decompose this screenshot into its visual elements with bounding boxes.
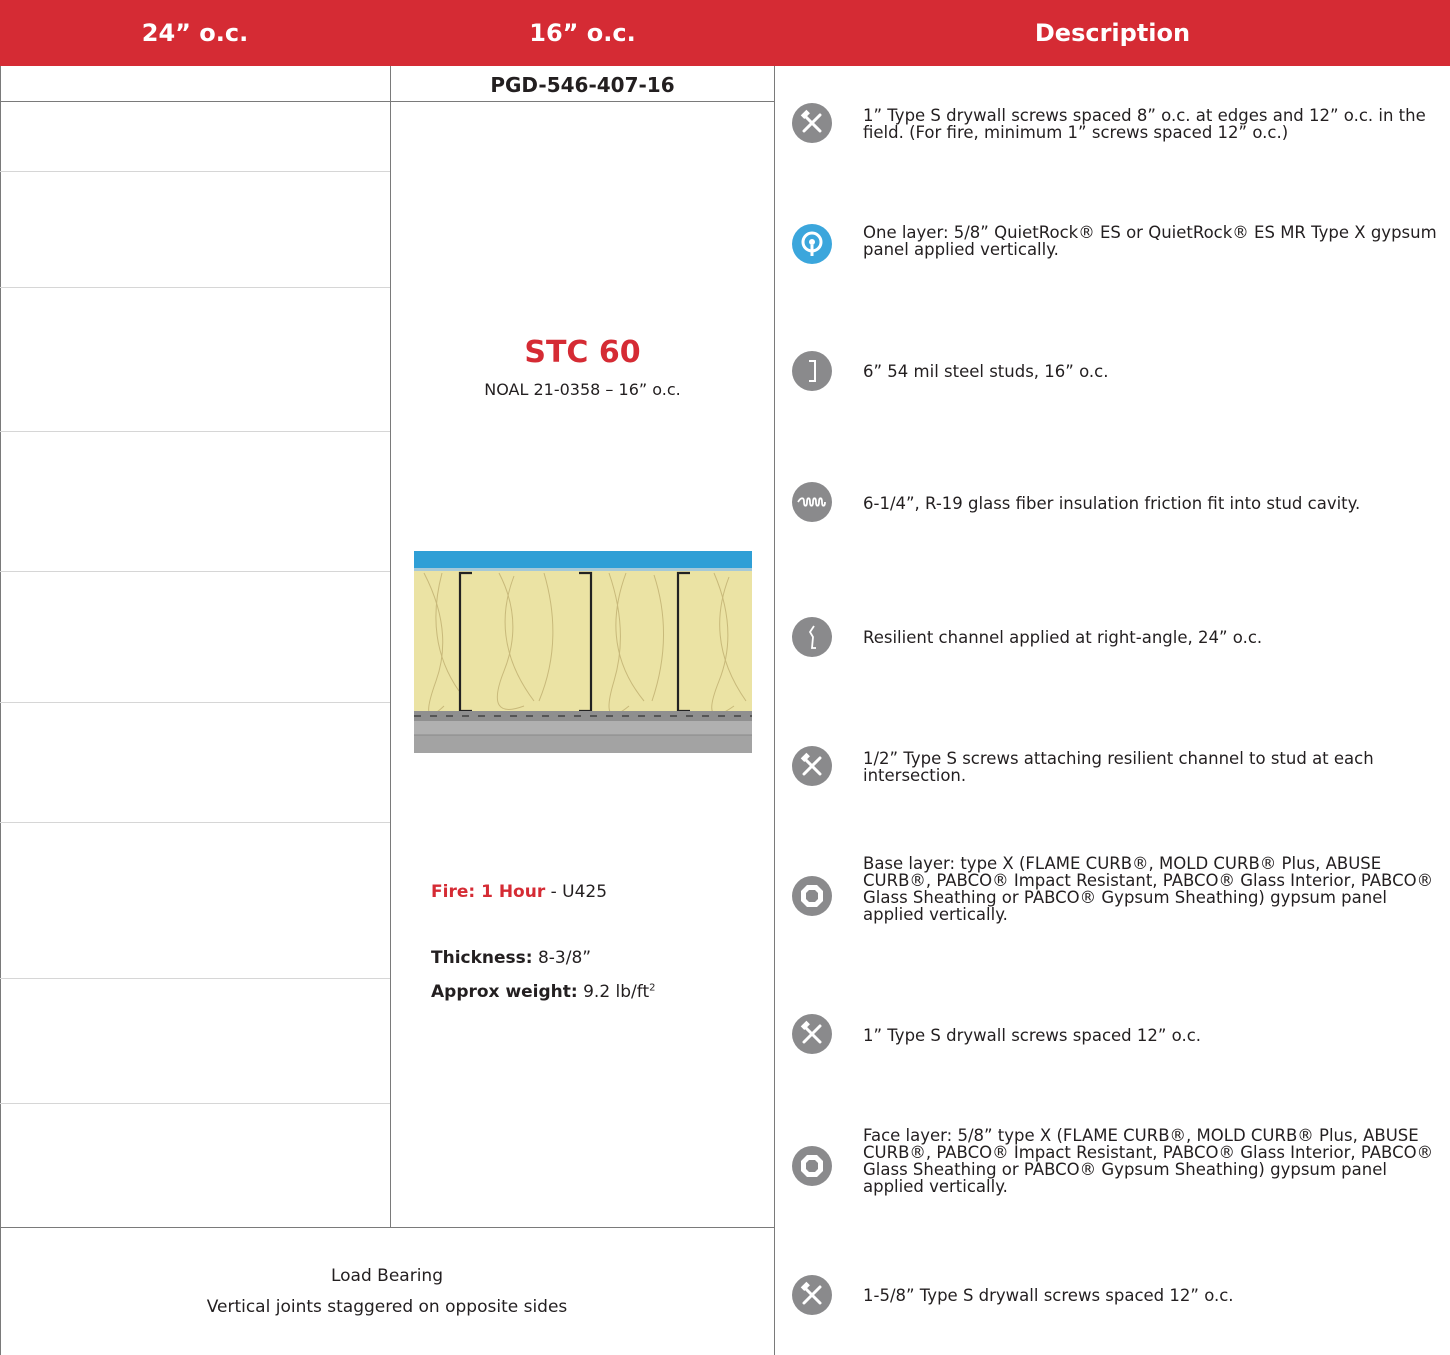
grid-line (0, 702, 390, 703)
wall-assembly-diagram (414, 551, 752, 753)
description-text: Base layer: type X (FLAME CURB®, MOLD CU… (863, 854, 1434, 924)
grid-line (0, 431, 390, 432)
gypsum-panel-icon (792, 1146, 832, 1186)
description-text: 1” Type S drywall screws spaced 8” o.c. … (863, 106, 1426, 142)
screw-icon (792, 1014, 832, 1054)
header-16-oc: 16” o.c. (529, 19, 636, 47)
fire-rating-label: Fire: 1 Hour (431, 882, 546, 902)
thickness-value: 8-3/8” (532, 948, 592, 968)
grid-line (0, 978, 390, 979)
thickness-label: Thickness: (431, 948, 533, 968)
joints-note: Vertical joints staggered on opposite si… (206, 1296, 568, 1317)
quietrock-icon (792, 224, 832, 264)
noal-reference: NOAL 21-0358 – 16” o.c. (484, 380, 681, 399)
description-text: Resilient channel applied at right-angle… (863, 628, 1263, 647)
screw-icon (792, 746, 832, 786)
screw-icon (792, 1275, 832, 1315)
border-left (0, 66, 1, 1355)
stc-rating: STC 60 (524, 335, 641, 370)
description-text: 6-1/4”, R-19 glass fiber insulation fric… (863, 494, 1361, 513)
resilient-channel-icon (792, 617, 832, 657)
grid-line (0, 1103, 390, 1104)
assembly-code: PGD-546-407-16 (490, 73, 675, 97)
grid-line (0, 822, 390, 823)
grid-line (0, 171, 390, 172)
approx-weight: Approx weight: 9.2 lb/ft2 (431, 982, 656, 1002)
steel-stud-icon (792, 351, 832, 391)
grid-line (0, 287, 390, 288)
fire-rating: Fire: 1 Hour - U425 (431, 882, 607, 902)
description-text: 1/2” Type S screws attaching resilient c… (863, 749, 1374, 785)
load-bearing-note: Load Bearing (330, 1265, 443, 1286)
insulation-icon (792, 482, 832, 522)
screw-icon (792, 103, 832, 143)
notes-cell: Load Bearing Vertical joints staggered o… (0, 1228, 774, 1355)
fire-rating-value: - U425 (545, 882, 608, 902)
divider-col1 (390, 66, 391, 1228)
weight-value: 9.2 lb/ft (577, 982, 650, 1002)
description-text: 1” Type S drywall screws spaced 12” o.c. (863, 1026, 1202, 1045)
weight-label: Approx weight: (431, 982, 578, 1002)
description-text: Face layer: 5/8” type X (FLAME CURB®, MO… (863, 1126, 1434, 1196)
divider-col2 (774, 66, 775, 1355)
header-24-oc: 24” o.c. (141, 19, 249, 47)
grid-line (0, 571, 390, 572)
description-text: One layer: 5/8” QuietRock® ES or QuietRo… (863, 223, 1437, 259)
weight-exponent: 2 (649, 982, 656, 994)
description-text: 6” 54 mil steel studs, 16” o.c. (863, 362, 1109, 381)
thickness: Thickness: 8-3/8” (431, 948, 591, 968)
table-header: 24” o.c. 16” o.c. Description (0, 0, 1450, 66)
description-text: 1-5/8” Type S drywall screws spaced 12” … (863, 1286, 1234, 1305)
gypsum-panel-icon (792, 876, 832, 916)
header-description: Description (1034, 19, 1191, 47)
